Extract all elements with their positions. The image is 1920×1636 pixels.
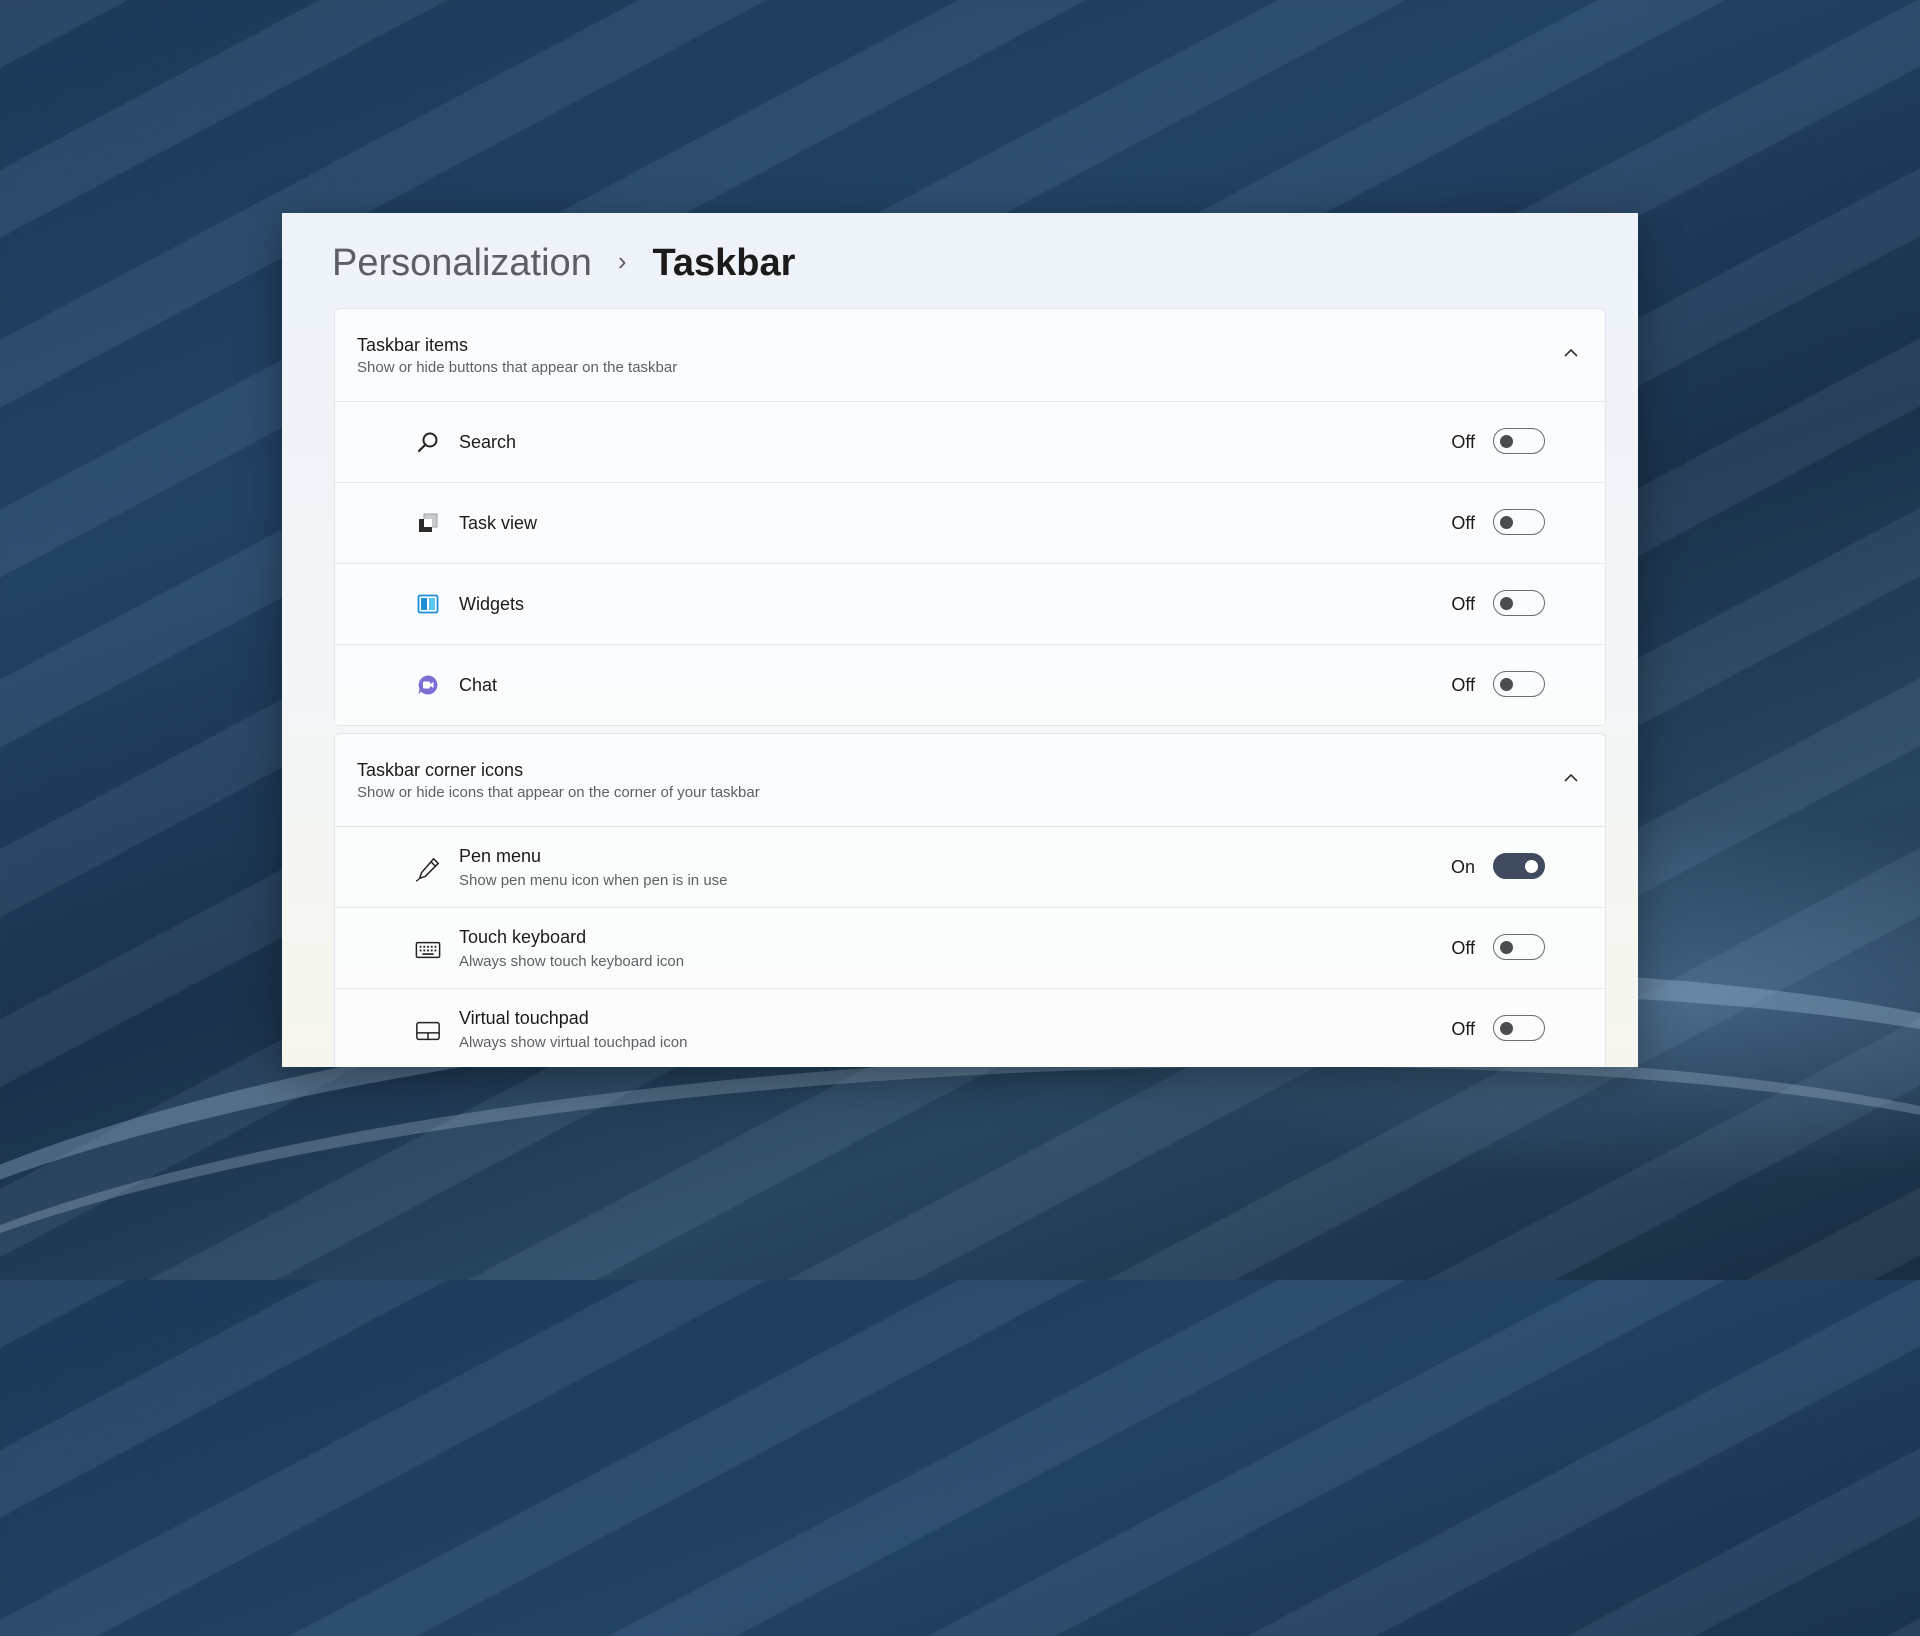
toggle-state-text: Off [1451, 513, 1475, 533]
taskbar-items-header[interactable]: Taskbar items Show or hide buttons that … [335, 309, 1605, 402]
chat-icon [415, 672, 441, 698]
chat-toggle[interactable] [1493, 671, 1545, 697]
search-icon [415, 429, 441, 455]
toggle-state-text: Off [1451, 594, 1475, 614]
breadcrumb: Personalization › Taskbar [332, 235, 795, 291]
chevron-up-icon[interactable] [1561, 343, 1581, 363]
pen-icon [415, 856, 441, 882]
toggle-knob [1525, 859, 1538, 873]
setting-row-chat: Chat Off [335, 645, 1605, 725]
section-title: Taskbar corner icons [357, 760, 524, 780]
breadcrumb-separator-icon: › [617, 245, 627, 276]
setting-row-search: Search Off [335, 402, 1605, 483]
setting-row-pen-menu: Pen menu Show pen menu icon when pen is … [335, 827, 1605, 908]
section-subtitle: Show or hide icons that appear on the co… [357, 784, 760, 801]
toggle-state-text: On [1450, 857, 1475, 877]
setting-label: Touch keyboard [459, 927, 587, 947]
setting-row-touch-keyboard: Touch keyboard Always show touch keyboar… [335, 908, 1605, 989]
toggle-knob [1500, 677, 1513, 691]
setting-label: Pen menu [459, 846, 542, 866]
toggle-state-text: Off [1451, 675, 1475, 695]
toggle-knob [1500, 940, 1513, 954]
section-title: Taskbar items [357, 335, 469, 355]
taskbar-corner-icons-section: Taskbar corner icons Show or hide icons … [334, 733, 1606, 1067]
setting-row-task-view: Task view Off [335, 483, 1605, 564]
setting-row-widgets: Widgets Off [335, 564, 1605, 645]
touchpad-icon [415, 1018, 441, 1044]
page-title: Taskbar [652, 241, 796, 284]
toggle-state-text: Off [1451, 938, 1475, 958]
toggle-state-text: Off [1451, 432, 1475, 452]
section-subtitle: Show or hide buttons that appear on the … [357, 359, 678, 376]
setting-label: Search [459, 432, 517, 452]
task-view-icon [415, 510, 441, 536]
toggle-knob [1500, 596, 1513, 610]
search-toggle[interactable] [1493, 428, 1545, 454]
taskbar-items-section: Taskbar items Show or hide buttons that … [334, 308, 1606, 726]
toggle-knob [1500, 1021, 1513, 1035]
toggle-state-text: Off [1451, 1019, 1475, 1039]
keyboard-icon [415, 937, 441, 963]
taskbar-corner-icons-header[interactable]: Taskbar corner icons Show or hide icons … [335, 734, 1605, 827]
breadcrumb-personalization[interactable]: Personalization [332, 242, 592, 285]
setting-label: Widgets [459, 594, 525, 614]
setting-description: Show pen menu icon when pen is in use [459, 872, 728, 889]
toggle-knob [1500, 434, 1513, 448]
setting-label: Task view [459, 513, 538, 533]
settings-window: Personalization › Taskbar Taskbar items … [282, 213, 1638, 1067]
widgets-toggle[interactable] [1493, 590, 1545, 616]
task-view-toggle[interactable] [1493, 509, 1545, 535]
setting-label: Chat [459, 675, 498, 695]
setting-label: Virtual touchpad [459, 1008, 589, 1028]
touch-keyboard-toggle[interactable] [1493, 934, 1545, 960]
widgets-icon [415, 591, 441, 617]
virtual-touchpad-toggle[interactable] [1493, 1015, 1545, 1041]
pen-menu-toggle[interactable] [1493, 853, 1545, 879]
setting-description: Always show virtual touchpad icon [459, 1034, 688, 1051]
toggle-knob [1500, 515, 1513, 529]
chevron-up-icon[interactable] [1561, 768, 1581, 788]
setting-description: Always show touch keyboard icon [459, 953, 685, 970]
setting-row-virtual-touchpad: Virtual touchpad Always show virtual tou… [335, 989, 1605, 1067]
